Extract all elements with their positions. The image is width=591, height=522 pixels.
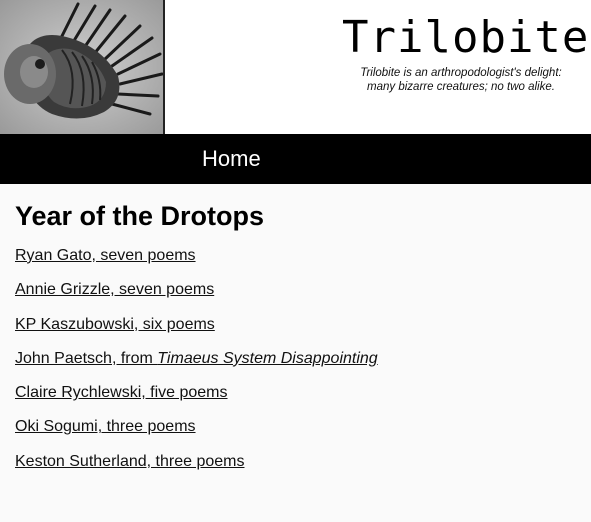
list-item: Oki Sogumi, three poems: [15, 417, 576, 451]
contributor-link-sogumi[interactable]: Oki Sogumi, three poems: [15, 418, 196, 435]
list-item: KP Kaszubowski, six poems: [15, 315, 576, 349]
site-tagline: Trilobite is an arthropodologist's delig…: [342, 66, 580, 94]
main-content: Year of the Drotops Ryan Gato, seven poe…: [0, 184, 591, 486]
list-item: Ryan Gato, seven poems: [15, 246, 576, 280]
tagline-line-1: Trilobite is an arthropodologist's delig…: [360, 67, 562, 79]
list-item: Claire Rychlewski, five poems: [15, 383, 576, 417]
navigation-bar: Home: [0, 134, 591, 184]
nav-home-link[interactable]: Home: [202, 146, 261, 172]
list-item: Keston Sutherland, three poems: [15, 452, 576, 486]
contributor-link-rychlewski[interactable]: Claire Rychlewski, five poems: [15, 384, 228, 401]
contributor-link-paetsch-prefix: John Paetsch, from: [15, 349, 158, 367]
contributor-link-paetsch[interactable]: John Paetsch, from Timaeus System Disapp…: [15, 350, 378, 367]
site-header: Trilobite Trilobite is an arthropodologi…: [0, 0, 591, 134]
contributor-link-sutherland[interactable]: Keston Sutherland, three poems: [15, 453, 244, 470]
contributor-list: Ryan Gato, seven poems Annie Grizzle, se…: [15, 246, 576, 486]
contributor-link-kaszubowski[interactable]: KP Kaszubowski, six poems: [15, 316, 215, 333]
trilobite-fossil-icon: [0, 0, 163, 134]
contributor-link-paetsch-title: Timaeus System Disappointing: [157, 349, 378, 367]
tagline-line-2: many bizarre creatures; no two alike.: [367, 81, 555, 93]
trilobite-fossil-image: [0, 0, 165, 134]
site-title: Trilobite: [342, 12, 590, 63]
list-item: Annie Grizzle, seven poems: [15, 280, 576, 314]
contributor-link-grizzle[interactable]: Annie Grizzle, seven poems: [15, 281, 214, 298]
contributor-link-gato[interactable]: Ryan Gato, seven poems: [15, 247, 196, 264]
list-item: John Paetsch, from Timaeus System Disapp…: [15, 349, 576, 383]
page-title: Year of the Drotops: [15, 201, 265, 231]
